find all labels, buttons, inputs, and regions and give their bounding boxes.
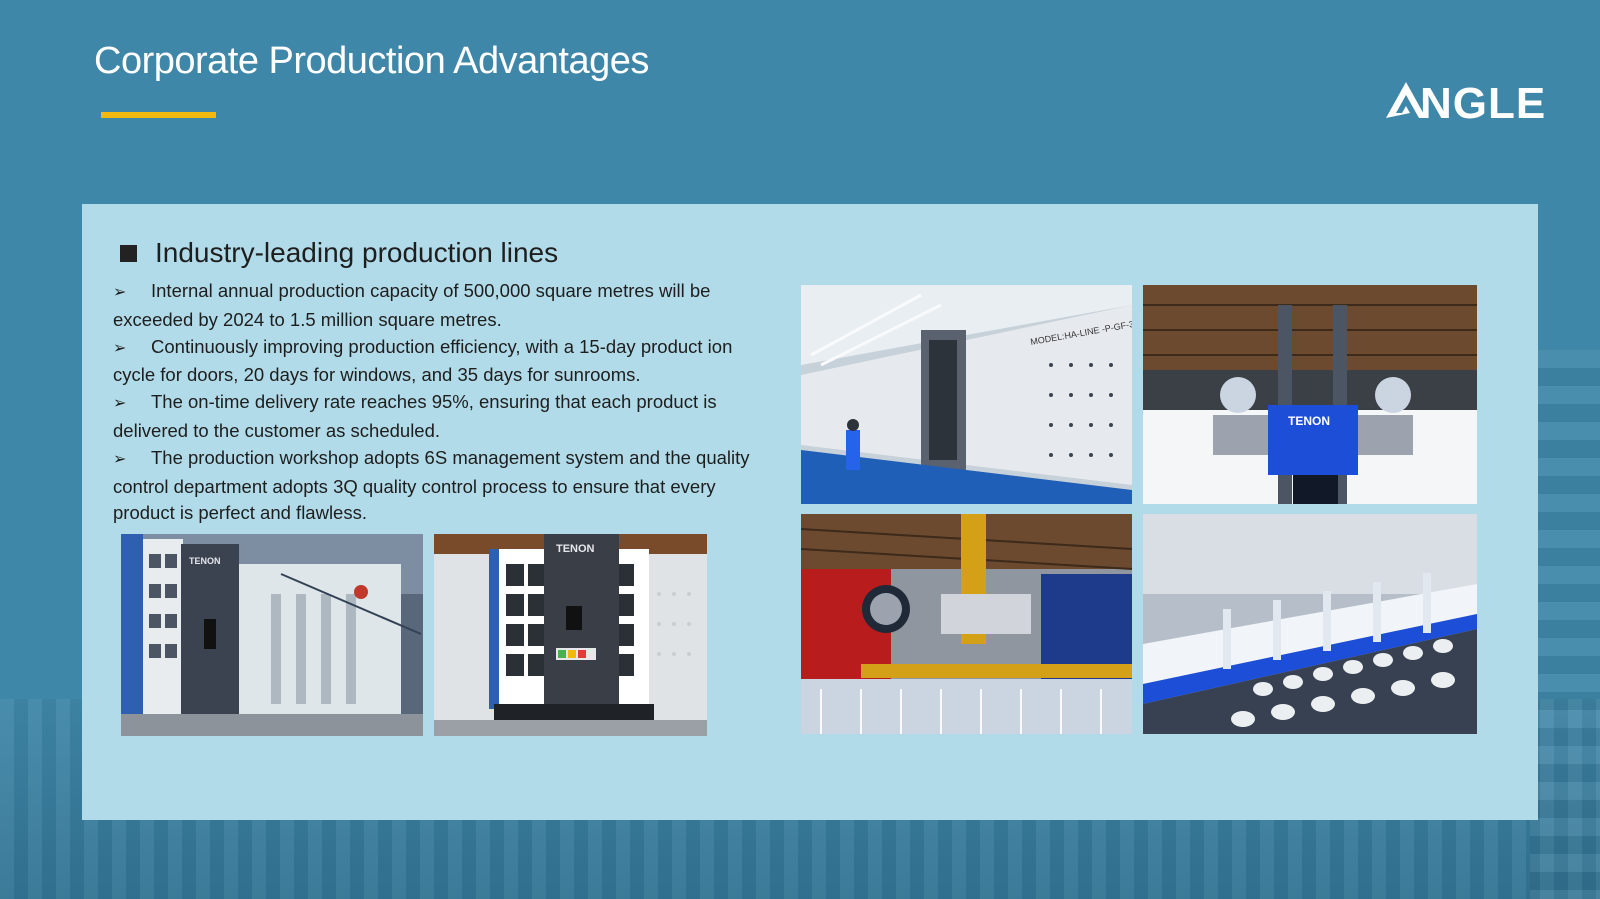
bullet-text: Internal annual production capacity of 5… (113, 280, 711, 330)
bullet-item: ➢ Internal annual production capacity of … (113, 278, 773, 334)
tenon-label: TENON (1288, 414, 1330, 428)
arrow-bullet-icon: ➢ (113, 395, 127, 413)
bullet-item: ➢ The on-time delivery rate reaches 95%, … (113, 389, 773, 445)
tenon-label: TENON (556, 543, 595, 555)
background-building-texture-right (1530, 350, 1600, 899)
bullet-text: The production workshop adopts 6S manage… (113, 446, 750, 524)
tenon-label: TENON (189, 556, 221, 566)
arrow-bullet-icon: ➢ (113, 339, 127, 357)
arrow-bullet-icon: ➢ (113, 450, 127, 468)
bullet-text: Continuously improving production effici… (113, 335, 733, 386)
photo-tenon-tower: TENON (434, 534, 707, 736)
photo-tenon-robot: TENON (1143, 285, 1477, 504)
section-heading-text: Industry-leading production lines (155, 237, 559, 268)
logo-text: NGLE (1420, 80, 1546, 122)
content-panel: Industry-leading production lines ➢ Inter… (82, 204, 1538, 820)
bullet-list: ➢ Internal annual production capacity of … (113, 278, 773, 527)
photo-glass-line-machine: TENON (121, 534, 423, 736)
photo-vacuum-lifter (801, 514, 1132, 734)
bullet-item: ➢ Continuously improving production effic… (113, 334, 773, 390)
photo-glass-line-hall: MODEL:HA-LINE -P-GF-3007S (801, 285, 1132, 504)
bullet-item: ➢ The production workshop adopts 6S manag… (113, 445, 773, 527)
section-heading: Industry-leading production lines (120, 234, 558, 272)
title-underline (101, 112, 216, 118)
slide-title: Corporate Production Advantages (94, 40, 649, 82)
photo-roller-closeup (1143, 514, 1477, 734)
arrow-bullet-icon: ➢ (113, 284, 127, 301)
square-bullet-icon (120, 244, 137, 262)
bullet-text: The on-time delivery rate reaches 95%, e… (113, 391, 717, 441)
angle-logo: NGLE (1386, 80, 1560, 122)
